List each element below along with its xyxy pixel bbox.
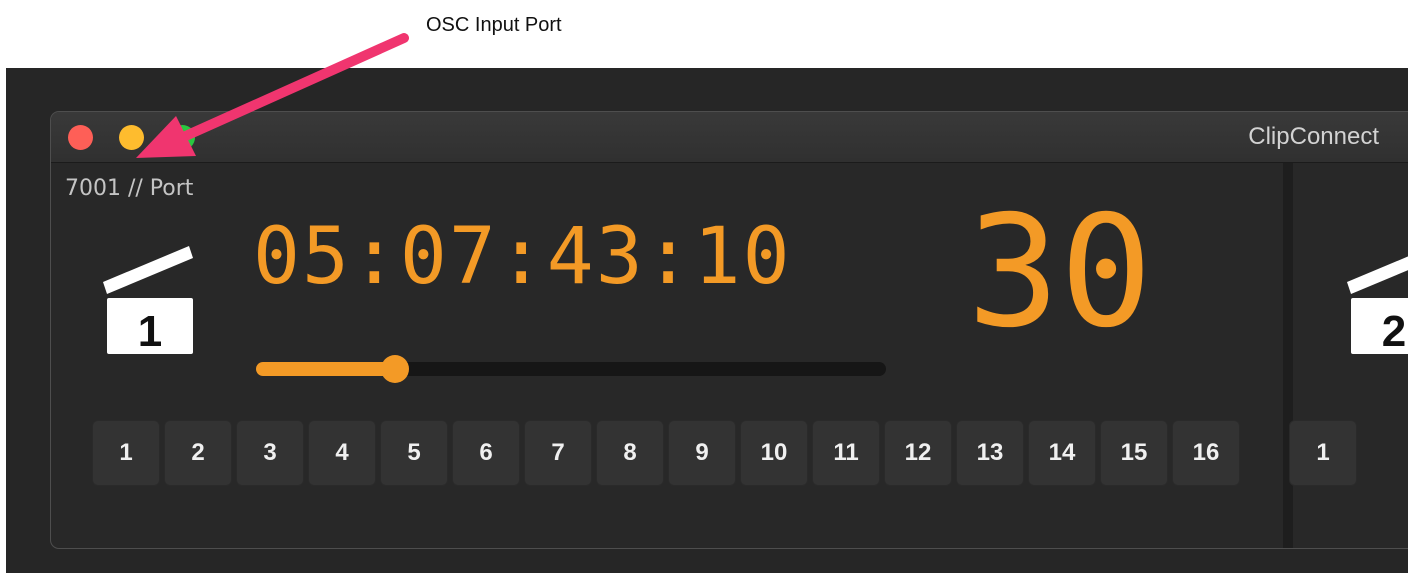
window-title: ClipConnect xyxy=(1248,123,1379,150)
deck2-clip-button-1[interactable]: 1 xyxy=(1289,420,1357,486)
osc-port-label: 7001 // Port xyxy=(65,176,194,201)
clip-button-6[interactable]: 6 xyxy=(452,420,520,486)
clip-button-5[interactable]: 5 xyxy=(380,420,448,486)
clip-button-1[interactable]: 1 xyxy=(92,420,160,486)
clip-button-7[interactable]: 7 xyxy=(524,420,592,486)
clip-button-4[interactable]: 4 xyxy=(308,420,376,486)
clip-button-15[interactable]: 15 xyxy=(1100,420,1168,486)
clip-button-10[interactable]: 10 xyxy=(740,420,808,486)
clip-button-11[interactable]: 11 xyxy=(812,420,880,486)
minimize-window-button[interactable] xyxy=(119,125,144,150)
zoom-window-button[interactable] xyxy=(170,125,195,150)
progress-fill xyxy=(256,362,395,376)
clip-button-16[interactable]: 16 xyxy=(1172,420,1240,486)
clapperboard-icon: 2 xyxy=(1347,256,1408,356)
clip-number-2: 2 xyxy=(1382,307,1406,356)
app-window: ClipConnect 7001 // Port 1 05:07:43:10 3… xyxy=(50,111,1408,549)
annotation-label: OSC Input Port xyxy=(426,14,562,36)
clip-button-3[interactable]: 3 xyxy=(236,420,304,486)
clip-button-12[interactable]: 12 xyxy=(884,420,952,486)
close-window-button[interactable] xyxy=(68,125,93,150)
deck-divider xyxy=(1283,163,1293,548)
clip-button-9[interactable]: 9 xyxy=(668,420,736,486)
clip-button-14[interactable]: 14 xyxy=(1028,420,1096,486)
clip-button-13[interactable]: 13 xyxy=(956,420,1024,486)
fps-display: 30 xyxy=(967,183,1153,362)
clip-button-2[interactable]: 2 xyxy=(164,420,232,486)
title-bar[interactable]: ClipConnect xyxy=(51,112,1408,163)
progress-slider-thumb[interactable] xyxy=(380,355,409,383)
clip-button-8[interactable]: 8 xyxy=(596,420,664,486)
timecode-display: 05:07:43:10 xyxy=(253,212,792,302)
playback-progress-slider[interactable] xyxy=(256,355,886,383)
clip-number-1: 1 xyxy=(138,307,162,356)
clapperboard-icon: 1 xyxy=(103,246,193,356)
